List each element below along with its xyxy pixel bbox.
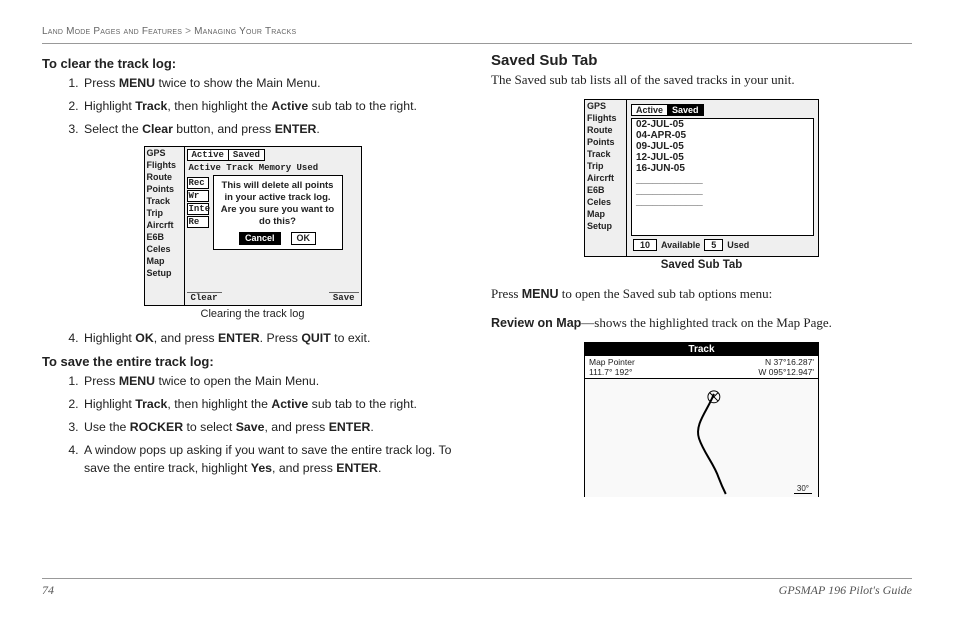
figure-saved-tab: GPS Flights Route Points Track Trip Airc…	[584, 99, 819, 257]
mini-item: Inte	[187, 203, 209, 215]
map-body: 30°	[585, 379, 818, 497]
avail-label: Available	[661, 240, 700, 250]
list-item: Highlight Track, then highlight the Acti…	[82, 396, 463, 414]
list-clear-cont: Highlight OK, and press ENTER. Press QUI…	[42, 330, 463, 348]
side-item: Trip	[145, 207, 184, 219]
tab-active: Active	[631, 104, 667, 116]
list-item: Use the ROCKER to select Save, and press…	[82, 419, 463, 437]
para-review: Review on Map—shows the highlighted trac…	[491, 314, 912, 333]
list-item: Press MENU twice to show the Main Menu.	[82, 75, 463, 93]
cancel-button: Cancel	[239, 232, 281, 245]
mem-line: Active Track Memory Used	[185, 161, 361, 175]
breadcrumb: Land Mode Pages and Features > Managing …	[42, 26, 912, 37]
ok-button: OK	[291, 232, 317, 245]
mini-col: Rec Wr Inte Re	[187, 177, 209, 229]
map-pointer-vals: 111.7° 192°	[589, 367, 635, 377]
list-item: 09-JUL-05	[632, 141, 813, 152]
side-item: Aircrft	[145, 219, 184, 231]
crumb-a: Land Mode Pages and Features	[42, 26, 182, 37]
figure-clear-dialog: GPS Flights Route Points Track Trip Airc…	[144, 146, 362, 306]
side-item: E6B	[585, 184, 626, 196]
side-item: Track	[585, 148, 626, 160]
side-item: GPS	[145, 147, 184, 159]
list-item: 16-JUN-05	[632, 163, 813, 174]
side-item: E6B	[145, 231, 184, 243]
side-item: Points	[145, 183, 184, 195]
para-menu: Press MENU to open the Saved sub tab opt…	[491, 285, 912, 304]
caption-saved: Saved Sub Tab	[491, 259, 912, 271]
list-clear: Press MENU twice to show the Main Menu. …	[42, 75, 463, 138]
clear-label: Clear	[187, 292, 222, 303]
side-item: Trip	[585, 160, 626, 172]
scale-label: 30°	[794, 484, 812, 494]
side-item: GPS	[585, 100, 626, 112]
used-count: 5	[704, 239, 723, 251]
book-title: GPSMAP 196 Pilot's Guide	[779, 583, 912, 598]
tab-saved: Saved	[228, 149, 265, 161]
col-right: Saved Sub Tab The Saved sub tab lists al…	[491, 52, 912, 497]
coord-w: W 095°12.947'	[758, 367, 814, 377]
mini-item: Re	[187, 216, 209, 228]
dev-sidebar: GPS Flights Route Points Track Trip Airc…	[145, 147, 185, 305]
list-item: 12-JUL-05	[632, 152, 813, 163]
side-item: Setup	[585, 220, 626, 232]
list-item: Press MENU twice to open the Main Menu.	[82, 373, 463, 391]
mini-item: Wr	[187, 190, 209, 202]
side-item: Celes	[145, 243, 184, 255]
saved-list: 02-JUL-05 04-APR-05 09-JUL-05 12-JUL-05 …	[631, 118, 814, 236]
col-left: To clear the track log: Press MENU twice…	[42, 52, 463, 497]
confirm-dialog: This will delete all points in your acti…	[213, 175, 343, 250]
tab-saved-active: Saved	[667, 104, 704, 116]
avail-count: 10	[633, 239, 657, 251]
map-title: Track	[585, 343, 818, 356]
side-item: Route	[585, 124, 626, 136]
crumb-sep: >	[185, 26, 191, 37]
track-path-icon	[585, 379, 818, 496]
side-item: Map	[585, 208, 626, 220]
dev-sidebar: GPS Flights Route Points Track Trip Airc…	[585, 100, 627, 256]
heading-save: To save the entire track log:	[42, 354, 463, 369]
save-label: Save	[329, 292, 359, 303]
status-bar: 10 Available 5 Used	[629, 238, 816, 252]
dialog-text: This will delete all points in your acti…	[218, 180, 338, 228]
tab-active: Active	[187, 149, 228, 161]
list-item: ____________	[632, 174, 813, 185]
list-item: 02-JUL-05	[632, 119, 813, 130]
list-item: Select the Clear button, and press ENTER…	[82, 121, 463, 139]
side-item: Track	[145, 195, 184, 207]
intro-para: The Saved sub tab lists all of the saved…	[491, 71, 912, 89]
side-item: Map	[145, 255, 184, 267]
list-item: ____________	[632, 196, 813, 207]
list-item: Highlight OK, and press ENTER. Press QUI…	[82, 330, 463, 348]
side-item: Flights	[145, 159, 184, 171]
side-item: Flights	[585, 112, 626, 124]
list-item: ____________	[632, 185, 813, 196]
side-item: Points	[585, 136, 626, 148]
used-label: Used	[727, 240, 749, 250]
list-item: A window pops up asking if you want to s…	[82, 442, 463, 478]
rule-top	[42, 43, 912, 44]
side-item: Route	[145, 171, 184, 183]
footer: 74 GPSMAP 196 Pilot's Guide	[42, 578, 912, 598]
caption-clear: Clearing the track log	[42, 308, 463, 320]
list-item: 04-APR-05	[632, 130, 813, 141]
figure-map: Track Map Pointer 111.7° 192° N 37°16.28…	[584, 342, 819, 497]
side-item: Celes	[585, 196, 626, 208]
side-item: Aircrft	[585, 172, 626, 184]
section-title: Saved Sub Tab	[491, 52, 912, 69]
list-save: Press MENU twice to open the Main Menu. …	[42, 373, 463, 477]
page-number: 74	[42, 583, 54, 598]
mini-item: Rec	[187, 177, 209, 189]
coord-n: N 37°16.287'	[758, 357, 814, 367]
map-pointer-label: Map Pointer	[589, 357, 635, 367]
list-item: Highlight Track, then highlight the Acti…	[82, 98, 463, 116]
crumb-b: Managing Your Tracks	[194, 26, 296, 37]
heading-clear: To clear the track log:	[42, 56, 463, 71]
side-item: Setup	[145, 267, 184, 279]
